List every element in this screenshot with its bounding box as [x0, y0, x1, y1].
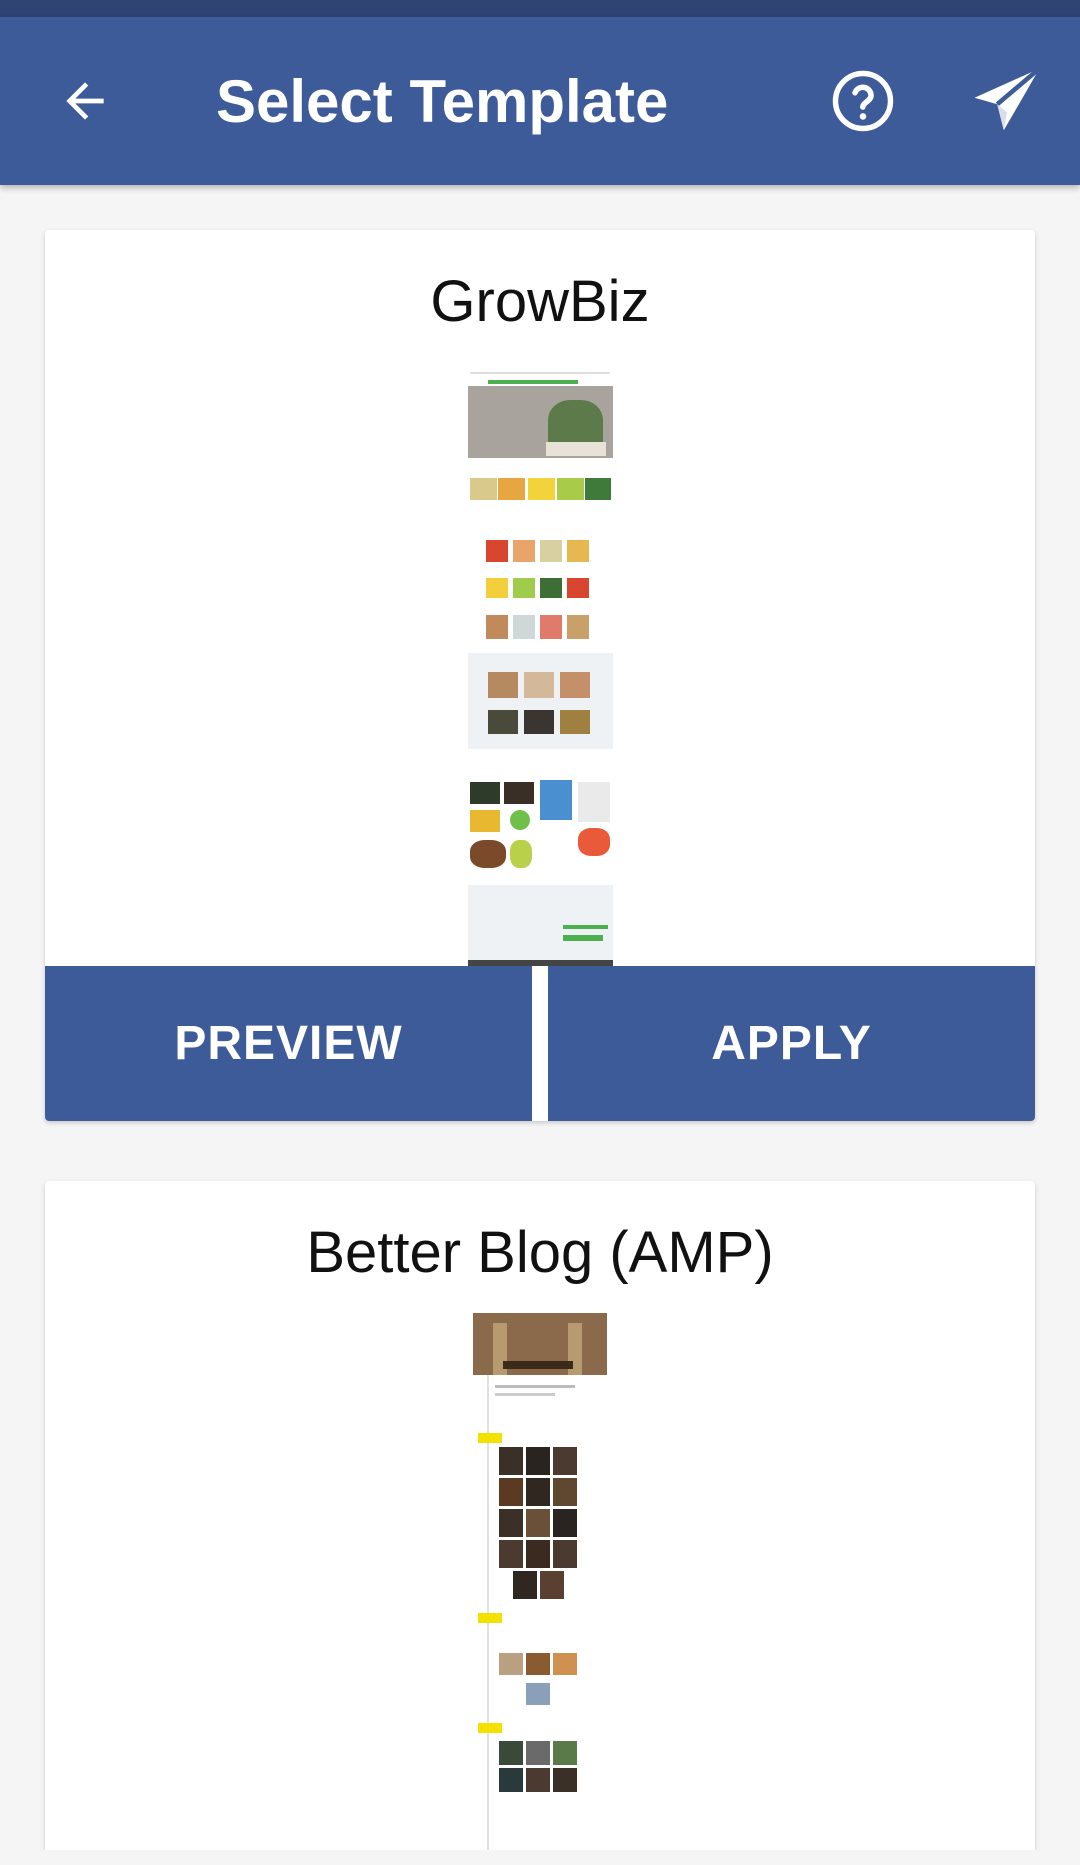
apply-button[interactable]: APPLY	[548, 966, 1035, 1121]
send-button[interactable]	[942, 17, 1072, 185]
template-thumbnail-better-blog[interactable]	[473, 1313, 607, 1850]
app-bar: Select Template	[0, 17, 1080, 185]
card-actions: PREVIEW APPLY	[45, 966, 1035, 1121]
back-button[interactable]	[20, 17, 150, 185]
bottom-edge	[0, 1850, 1080, 1865]
template-thumbnail-growbiz[interactable]	[468, 370, 613, 966]
template-card-better-blog: Better Blog (AMP)	[45, 1181, 1035, 1850]
help-circle-icon	[832, 70, 894, 132]
template-name: Better Blog (AMP)	[306, 1220, 774, 1285]
template-list[interactable]: GrowBiz PREVIEW APPLY Better Blog (AMP)	[0, 185, 1080, 1850]
help-button[interactable]	[798, 17, 928, 185]
page-title: Select Template	[216, 67, 669, 135]
arrow-left-icon	[66, 82, 104, 120]
status-bar	[0, 0, 1080, 17]
preview-button[interactable]: PREVIEW	[45, 966, 532, 1121]
template-name: GrowBiz	[430, 269, 650, 334]
paper-plane-icon	[974, 66, 1041, 131]
template-card-growbiz: GrowBiz PREVIEW APPLY	[45, 230, 1035, 1121]
